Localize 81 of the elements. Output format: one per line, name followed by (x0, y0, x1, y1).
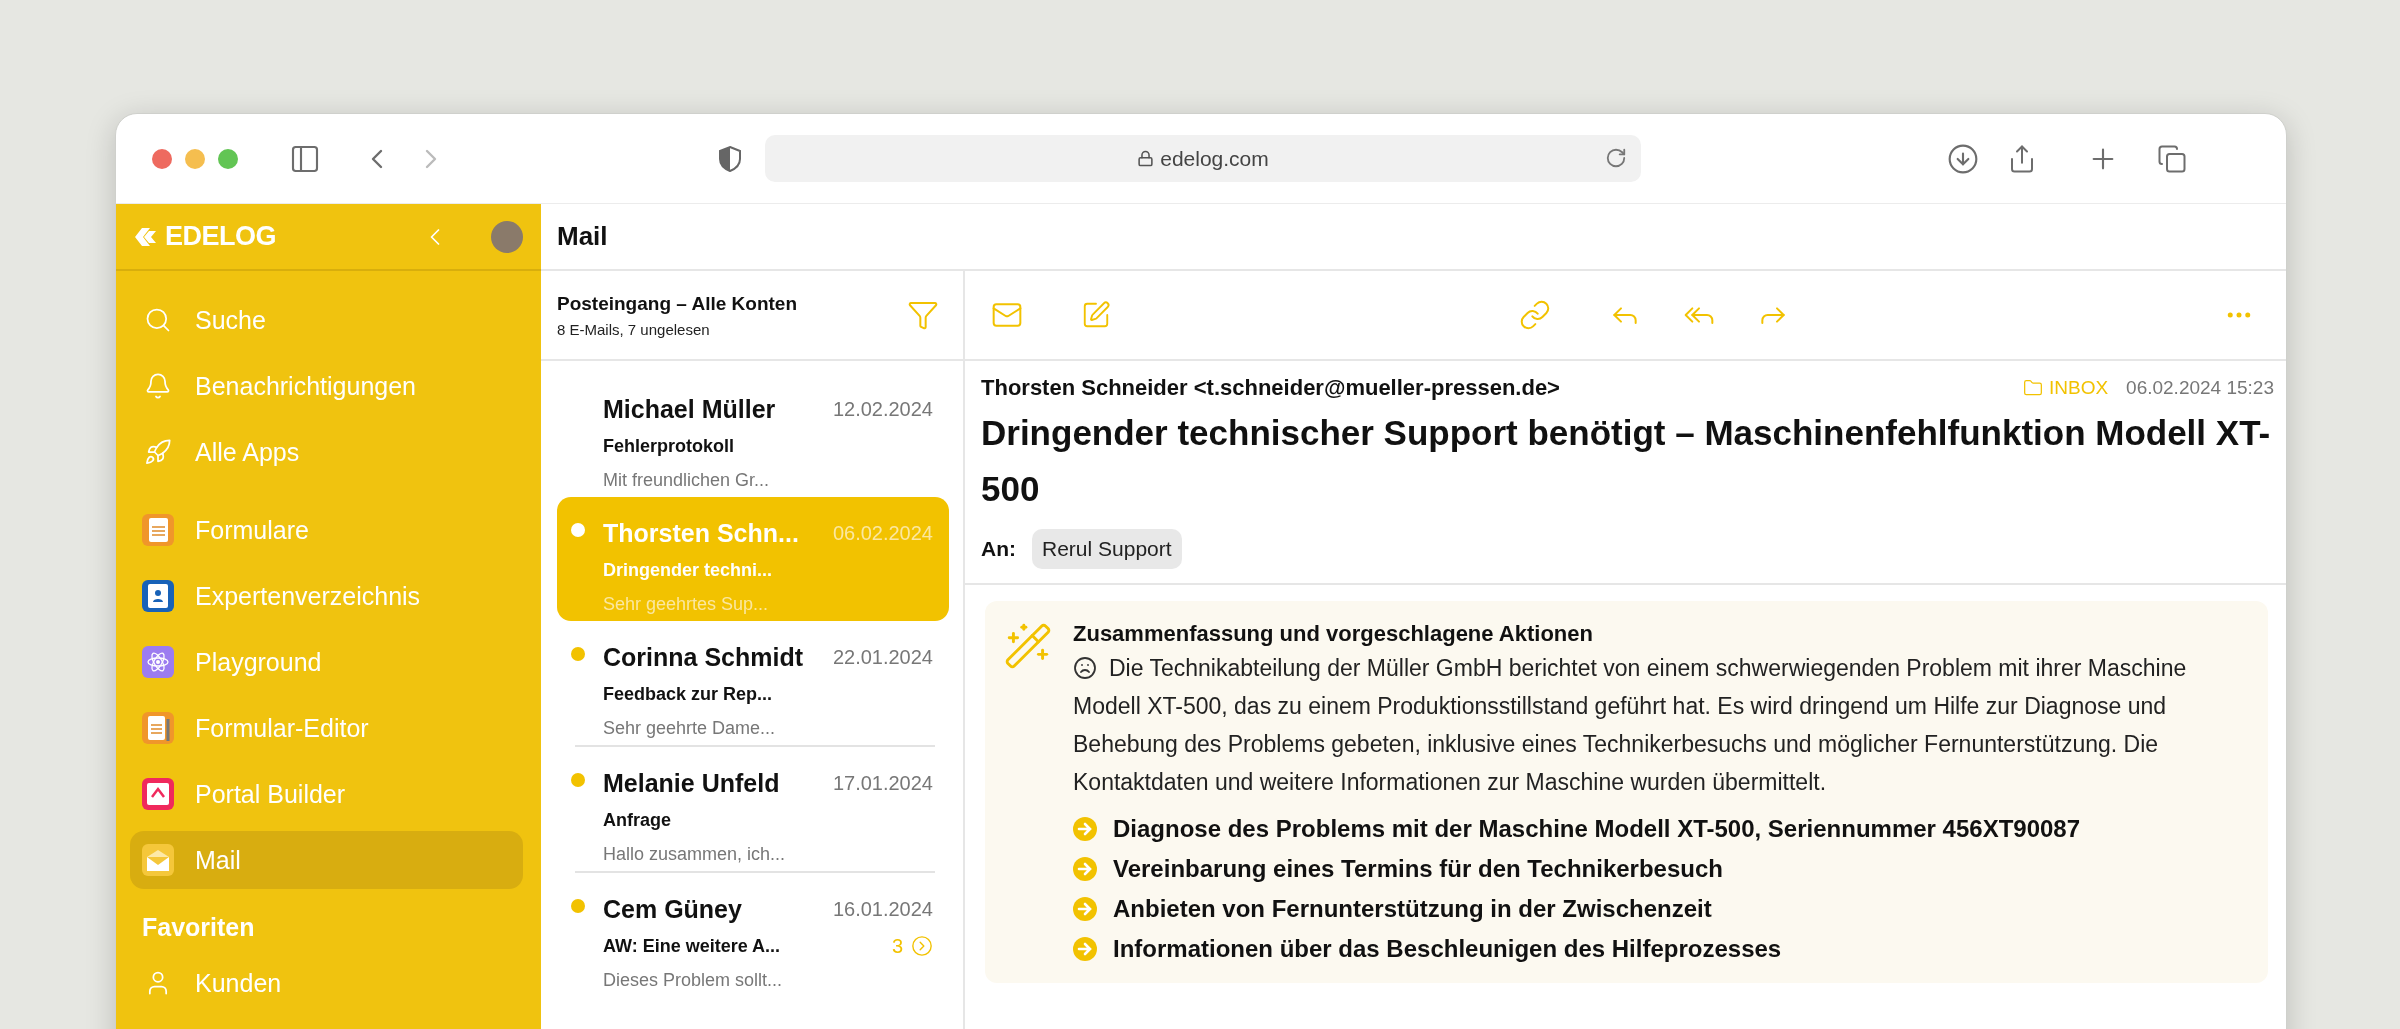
minimize-window-button[interactable] (185, 148, 205, 169)
portal-app-icon (141, 777, 175, 811)
mail-preview: Sehr geehrtes Sup... (603, 593, 770, 615)
app-nav-item[interactable]: Formular-Editor (130, 699, 523, 757)
summary-title: Zusammenfassung und vorgeschlagene Aktionen (1073, 621, 1594, 647)
sender-name: Michael Müller (603, 394, 777, 424)
lock-icon (1137, 150, 1155, 167)
brand-name: EDELOG (165, 221, 277, 252)
mail-date: 17.01.2024 (832, 771, 933, 795)
nav-item[interactable]: Benachrichtigungen (130, 357, 523, 415)
mail-subject: Dringender techni... (603, 559, 774, 581)
nav-item[interactable]: Suche (130, 291, 523, 349)
mailbox-count: 8 E-Mails, 7 ungelesen (557, 320, 711, 338)
mail-date: 22.01.2024 (832, 645, 933, 669)
thread-expand-icon[interactable] (911, 935, 933, 957)
mail-subject: Fehlerprotokoll (603, 435, 735, 457)
download-icon[interactable] (1947, 142, 1979, 175)
form-app-icon (141, 513, 175, 547)
mail-subject: Feedback zur Rep... (603, 683, 774, 705)
reload-icon[interactable] (1605, 147, 1627, 169)
mail-date: 12.02.2024 (832, 397, 933, 421)
mail-list-item[interactable]: Michael Müller 12.02.2024 Fehlerprotokoll Mit freundlichen Gr... (557, 373, 949, 497)
mail-list-item[interactable]: Cem Güney 16.01.2024 AW: Eine weitere A... 3 Dieses Problem sollt... (557, 873, 949, 997)
mail-preview: Sehr geehrte Dame... (603, 717, 777, 739)
action-item: Diagnose des Problems mit der Maschine Modell XT-500, Seriennummer 456XT90087 (1113, 815, 2081, 843)
recipient-chip[interactable]: Rerul Support (1032, 529, 1182, 569)
action-item: Informationen über das Beschleunigen des Hilfeprozesses (1113, 935, 1782, 963)
message-date: 06.02.2024 15:23 (2126, 377, 2274, 399)
app-nav-item[interactable]: Formulare (130, 501, 523, 559)
nav-item[interactable]: Alle Apps (130, 423, 523, 481)
search-icon (144, 306, 172, 334)
mail-date: 16.01.2024 (832, 897, 933, 921)
arrow-bullet-icon (1073, 817, 1097, 841)
arrow-bullet-icon (1073, 857, 1097, 881)
arrow-bullet-icon (1073, 897, 1097, 921)
sender-name: Thorsten Schn... (603, 518, 800, 548)
app-nav-item[interactable]: Playground (130, 633, 523, 691)
recipient-label: An: (981, 537, 1016, 561)
sender-address: Thorsten Schneider <t.schneider@mueller-pressen.de> (981, 375, 1561, 401)
mail-date: 06.02.2024 (832, 521, 933, 545)
action-item: Anbieten von Fernunterstützung in der Zwischenzeit (1113, 895, 1712, 923)
favorites-heading: Favoriten (142, 913, 256, 942)
mail-preview: Dieses Problem sollt... (603, 969, 784, 991)
summary-text: Die Technikabteilung der Müller GmbH berichtet von einem schwerwiegenden Problem mit ihrer Maschine Modell XT-500, das zu einem Produktionsstillstand geführt hat. Es wird dringend um Hilfe zur Diagnose und Behebung des Problems gebeten, inklusive eines Technikerbesuchs und möglicher Fernunterstützung. Die Kontaktdaten und weitere Informationen zur Maschine wurden übermittelt. (1073, 654, 2188, 797)
message-subject: Dringender technischer Support benötigt – Maschinenfehlfunktion Modell XT-500 (981, 412, 2272, 510)
atom-app-icon (141, 645, 175, 679)
contact-book-app-icon (141, 579, 175, 613)
mail-list-item[interactable]: Corinna Schmidt 22.01.2024 Feedback zur Rep... Sehr geehrte Dame... (557, 621, 949, 745)
shield-icon[interactable] (717, 144, 743, 173)
bell-icon (144, 372, 172, 400)
mailbox-title: Posteingang – Alle Konten (557, 292, 798, 315)
address-bar[interactable]: edelog.com (765, 135, 1641, 182)
close-window-button[interactable] (152, 148, 172, 169)
sender-name: Corinna Schmidt (603, 642, 804, 672)
mail-preview: Mit freundlichen Gr... (603, 469, 771, 491)
mail-list-item[interactable]: Melanie Unfeld 17.01.2024 Anfrage Hallo zusammen, ich... (557, 747, 949, 871)
mail-list-item[interactable]: Thorsten Schn... 06.02.2024 Dringender techni... Sehr geehrtes Sup... (557, 497, 949, 621)
app-nav-item[interactable]: Mail (130, 831, 523, 889)
envelope-app-icon (141, 843, 175, 877)
mail-subject: Anfrage (603, 809, 672, 831)
arrow-bullet-icon (1073, 937, 1097, 961)
favorite-item[interactable]: Kunden (130, 954, 523, 1012)
logo-icon (133, 225, 159, 248)
app-nav-item[interactable]: Portal Builder (130, 765, 523, 823)
sender-name: Melanie Unfeld (603, 768, 781, 798)
frown-face-icon (1073, 656, 1097, 680)
page-title: Mail (557, 221, 608, 252)
maximize-window-button[interactable] (218, 148, 238, 169)
app-nav-item[interactable]: Expertenverzeichnis (130, 567, 523, 625)
mail-preview: Hallo zusammen, ich... (603, 843, 787, 865)
magic-wand-icon (1003, 621, 1053, 671)
tabs-overview-icon[interactable] (2157, 143, 2187, 174)
form-editor-app-icon (141, 711, 175, 745)
thread-count: 3 (891, 934, 903, 958)
user-avatar[interactable] (491, 220, 523, 253)
action-item: Vereinbarung eines Termins für den Technikerbesuch (1113, 855, 1723, 883)
rocket-icon (144, 438, 172, 466)
sender-name: Cem Güney (603, 894, 743, 924)
folder-tag[interactable]: INBOX (2022, 377, 2109, 399)
mail-subject: AW: Eine weitere A... (603, 935, 782, 957)
folder-icon (2022, 378, 2043, 398)
